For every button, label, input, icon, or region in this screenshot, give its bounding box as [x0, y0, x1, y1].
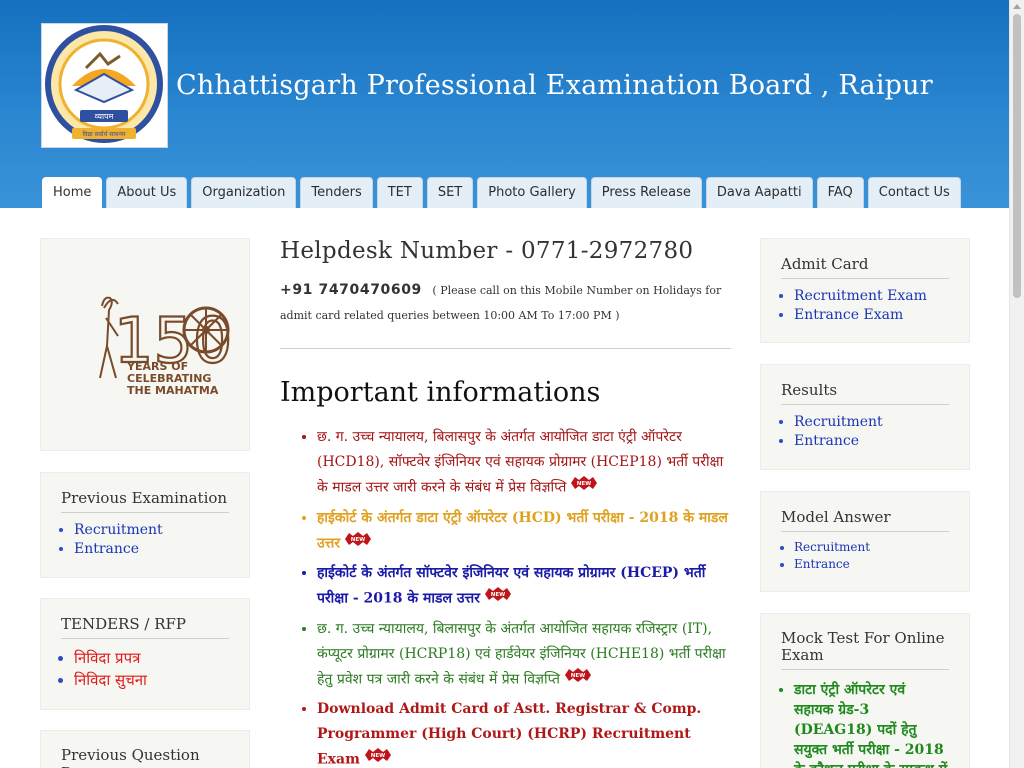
results-panel: Results Recruitment Entrance [760, 364, 970, 470]
list-item: डाटा एंट्री ऑपरेटर एवं सहायक ग्रेड-3 (DE… [794, 680, 949, 768]
list-item: Entrance [74, 540, 229, 559]
list-item: Recruitment Exam [794, 287, 949, 306]
list-item: निविदा प्रपत्र [74, 647, 229, 669]
mobile-line: +91 7470470609 ( Please call on this Mob… [280, 278, 731, 328]
list-item: Recruitment [794, 413, 949, 432]
new-badge-icon: NEW [569, 475, 599, 500]
scroll-up-arrow-icon[interactable] [1013, 4, 1021, 9]
svg-text:NEW: NEW [571, 673, 585, 679]
helpdesk-number: Helpdesk Number - 0771-2972780 [280, 238, 694, 264]
important-informations-heading: Important informations [280, 377, 601, 408]
link-entrance[interactable]: Entrance [74, 541, 139, 557]
nav-tab-tet[interactable]: TET [376, 177, 423, 208]
admit-card-panel: Admit Card Recruitment Exam Entrance Exa… [760, 238, 970, 343]
nav-tab-dava-aapatti[interactable]: Dava Aapatti [705, 177, 813, 208]
scroll-thumb[interactable] [1013, 14, 1021, 298]
nav-tab-about-us[interactable]: About Us [106, 177, 188, 208]
link-entrance-exam[interactable]: Entrance Exam [794, 307, 903, 323]
link-recruitment-exam[interactable]: Recruitment Exam [794, 288, 927, 304]
svg-text:NEW: NEW [491, 592, 505, 598]
info-list-item: छ. ग. उच्च न्यायालय, बिलासपुर के अंतर्गत… [317, 617, 731, 693]
new-badge-icon: NEW [363, 747, 393, 768]
info-link[interactable]: हाईकोर्ट के अंतर्गत डाटा एंट्री ऑपरेटर (… [317, 510, 728, 552]
svg-text:THE MAHATMA: THE MAHATMA [127, 384, 219, 397]
list-item: Recruitment [74, 521, 229, 540]
mahatma-banner-panel: 150 YEARS OF CELEBRATING THE MAHATMA [40, 238, 250, 451]
panel-title: Previous Examination [61, 489, 229, 513]
link-model-entrance[interactable]: Entrance [794, 557, 850, 571]
tenders-panel: TENDERS / RFP निविदा प्रपत्र निविदा सुचन… [40, 598, 250, 710]
link-model-recruitment[interactable]: Recruitment [794, 540, 870, 554]
page-scrollbar[interactable] [1009, 0, 1024, 768]
link-nivida-prapatra[interactable]: निविदा प्रपत्र [74, 649, 140, 667]
link-mock-test[interactable]: डाटा एंट्री ऑपरेटर एवं सहायक ग्रेड-3 (DE… [794, 682, 947, 768]
svg-text:NEW: NEW [371, 753, 385, 759]
link-results-recruitment[interactable]: Recruitment [794, 414, 883, 430]
svg-text:व्यापम: व्यापम [95, 112, 114, 121]
panel-title: Admit Card [781, 255, 949, 279]
panel-title: TENDERS / RFP [61, 615, 229, 639]
mobile-number: +91 7470470609 [280, 282, 422, 298]
previous-question-panel: Previous Question P [40, 730, 250, 768]
nav-tab-contact-us[interactable]: Contact Us [867, 177, 961, 208]
nav-tab-set[interactable]: SET [426, 177, 474, 208]
svg-text:विद्या सर्वार्थ साधनम: विद्या सर्वार्थ साधनम [82, 130, 125, 138]
new-badge-icon: NEW [343, 531, 373, 556]
info-link[interactable]: छ. ग. उच्च न्यायालय, बिलासपुर के अंतर्गत… [317, 621, 726, 688]
nav-tab-organization[interactable]: Organization [191, 177, 297, 208]
previous-examination-panel: Previous Examination Recruitment Entranc… [40, 472, 250, 578]
gandhi-150-logo[interactable]: 150 YEARS OF CELEBRATING THE MAHATMA [94, 288, 234, 398]
info-list-item: छ. ग. उच्च न्यायालय, बिलासपुर के अंतर्गत… [317, 425, 731, 501]
main-nav: Home About Us Organization Tenders TET SET Pho… [42, 177, 961, 209]
info-list-item: Download Admit Card of Astt. Registrar &… [317, 697, 731, 768]
main-content: Helpdesk Number - 0771-2972780 +91 74704… [280, 238, 731, 768]
new-badge-icon: NEW [563, 667, 593, 692]
svg-text:NEW: NEW [577, 481, 591, 487]
info-link[interactable]: छ. ग. उच्च न्यायालय, बिलासपुर के अंतर्गत… [317, 429, 723, 496]
vyapam-logo[interactable]: व्यापम विद्या सर्वार्थ साधनम [41, 23, 168, 148]
panel-title: Results [781, 381, 949, 405]
divider [280, 348, 731, 349]
nav-tab-tenders[interactable]: Tenders [300, 177, 373, 208]
mock-test-panel: Mock Test For Online Exam डाटा एंट्री ऑप… [760, 613, 970, 768]
nav-tab-press-release[interactable]: Press Release [590, 177, 702, 208]
list-item: निविदा सुचना [74, 669, 229, 691]
site-header: व्यापम विद्या सर्वार्थ साधनम Chhattisgar… [0, 0, 1009, 209]
link-nivida-suchna[interactable]: निविदा सुचना [74, 671, 147, 689]
panel-title: Mock Test For Online Exam [781, 630, 949, 670]
model-answer-panel: Model Answer Recruitment Entrance [760, 491, 970, 592]
info-list-item: हाईकोर्ट के अंतर्गत डाटा एंट्री ऑपरेटर (… [317, 506, 731, 557]
list-item: Recruitment [794, 539, 949, 556]
panel-title: Model Answer [781, 508, 949, 532]
list-item: Entrance Exam [794, 306, 949, 325]
list-item: Entrance [794, 432, 949, 451]
link-results-entrance[interactable]: Entrance [794, 433, 859, 449]
important-informations-list: छ. ग. उच्च न्यायालय, बिलासपुर के अंतर्गत… [317, 425, 731, 768]
site-title: Chhattisgarh Professional Examination Bo… [176, 70, 933, 101]
info-list-item: हाईकोर्ट के अंतर्गत सॉफ्टवेर इंजिनियर एव… [317, 561, 731, 612]
nav-tab-faq[interactable]: FAQ [816, 177, 864, 208]
nav-tab-photo-gallery[interactable]: Photo Gallery [477, 177, 587, 208]
svg-text:NEW: NEW [351, 537, 365, 543]
new-badge-icon: NEW [483, 586, 513, 611]
list-item: Entrance [794, 556, 949, 573]
panel-title: Previous Question P [61, 746, 200, 768]
link-recruitment[interactable]: Recruitment [74, 522, 163, 538]
nav-tab-home[interactable]: Home [42, 177, 103, 209]
